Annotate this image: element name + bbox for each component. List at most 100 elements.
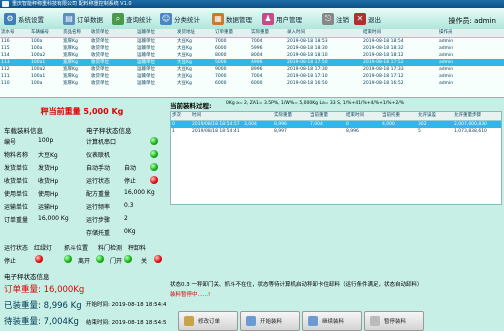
- table-cell: 宽厚Kg: [63, 74, 78, 79]
- column-header[interactable]: 流水号: [0, 29, 30, 37]
- table-cell: 收货单位: [91, 74, 109, 79]
- table-cell: 宽厚Kg: [63, 81, 78, 86]
- order-weight-line: 订单重量: 16,000Kg: [4, 283, 84, 295]
- column-header[interactable]: 操作员: [438, 29, 504, 37]
- table-cell: 收货单位: [91, 46, 109, 51]
- data-management-button[interactable]: ▦ 数据管理: [212, 11, 252, 26]
- status-value: 2: [124, 215, 128, 222]
- column-header[interactable]: 结束时间: [362, 29, 438, 37]
- table-cell: 100a: [31, 39, 43, 44]
- user-management-button[interactable]: ♟ 用户管理: [262, 11, 302, 26]
- column-header[interactable]: 实际重量: [273, 112, 309, 120]
- table-cell: 2019-08-18 16:52: [363, 81, 404, 86]
- table-row[interactable]: 110 100a 宽厚Kg 收货单位 运输单位 大豆Kg 6000 6000 2019-08-1…: [0, 80, 504, 87]
- resume-icon: [308, 316, 318, 326]
- field-value: 发货Hp: [38, 165, 59, 172]
- pause-loading-button[interactable]: 暂停装料: [364, 311, 424, 331]
- table-row[interactable]: 113 100a1 宽厚Kg 收货单位 运输单位 大豆Kg 5000 4996 2019-08-…: [0, 59, 504, 66]
- column-header[interactable]: 当前托重: [381, 112, 417, 120]
- indicator-label: 红绿灯: [34, 245, 53, 252]
- column-header[interactable]: 发货地址: [176, 29, 214, 37]
- column-header[interactable]: 结束时间: [345, 112, 381, 120]
- table-cell: admin: [439, 39, 454, 44]
- table-cell: 大豆Kg: [177, 60, 192, 65]
- button-label: 继续装料: [322, 319, 345, 325]
- table-cell: 运输单位: [137, 67, 155, 72]
- field-value: 收货Hp: [38, 178, 59, 185]
- field-label: 订单重量: [4, 217, 29, 224]
- table-cell: 2,007,000,830: [454, 122, 487, 127]
- loaded-weight-label: 已装重量:: [4, 301, 41, 311]
- logout-button[interactable]: ⎋ 注销: [322, 11, 349, 26]
- column-header[interactable]: 车辆编号: [30, 29, 62, 37]
- gate-check-led-icon: [124, 255, 132, 263]
- column-header[interactable]: 时间: [191, 112, 243, 120]
- button-label: 暂停装料: [384, 319, 407, 325]
- table-cell: 大豆Kg: [177, 53, 192, 58]
- table-cell: 宽厚Kg: [63, 46, 78, 51]
- button-label: 注销: [336, 15, 349, 24]
- orders-table[interactable]: 流水号 车辆编号 货品名称 收货单位 运输单位 发货地址 订单重量 实际重量 录入时间 结束时间操…: [0, 29, 504, 98]
- table-cell: [381, 128, 417, 135]
- button-label: 数据管理: [226, 15, 252, 24]
- indicator-label: 抓斗位置: [64, 245, 89, 252]
- table-row[interactable]: 111 100a1 宽厚Kg 收货单位 运输单位 大豆Kg 7000 7004 2019-08-…: [0, 73, 504, 80]
- field-value: 100p: [38, 137, 54, 144]
- process-table[interactable]: 步次 时间 实际重量 当前重量 结束时间 当前托重 允许误差 允许重量步骤 0 2019/08/…: [170, 111, 502, 205]
- modify-order-button[interactable]: 修改订单: [178, 311, 238, 331]
- play-icon: [246, 316, 256, 326]
- table-cell: admin: [439, 81, 454, 86]
- table-row[interactable]: 0 2019/08/18 18:54:57 3,004 8,996 7,004 0 4,00…: [171, 121, 501, 128]
- table-row[interactable]: 1 2019/08/18 18:54:41 8,997 8,996 5 1,073,838…: [171, 128, 501, 135]
- column-header[interactable]: 订单重量: [214, 29, 250, 37]
- table-cell: 8000: [215, 53, 227, 58]
- end-time-value: 2019-08-18 18:54:54: [111, 320, 171, 326]
- table-cell: 4,000: [382, 122, 395, 127]
- table-cell: 大豆Kg: [177, 39, 192, 44]
- query-stats-button[interactable]: ⌕ 查询统计: [112, 11, 152, 26]
- table-cell: 2019-08-18 16:50: [287, 81, 328, 86]
- status-label: 仪表联机: [86, 152, 111, 159]
- column-header[interactable]: 运输单位: [136, 29, 176, 37]
- edit-icon: [184, 316, 194, 326]
- table-row[interactable]: 116 100a 宽厚Kg 收货单位 运输单位 大豆Kg 7000 7004 2019-08-1…: [0, 38, 504, 45]
- column-header[interactable]: 实际重量: [250, 29, 286, 37]
- column-header[interactable]: 收货单位: [90, 29, 136, 37]
- grab-position-led-icon: [96, 255, 104, 263]
- order-data-button[interactable]: ▤ 订单数据: [63, 11, 103, 26]
- table-cell: 2019-08-18 17:12: [363, 74, 404, 79]
- column-header[interactable]: 录入时间: [286, 29, 362, 37]
- scale-status-title: 电子秤状态信息: [86, 127, 132, 135]
- column-header[interactable]: 当前重量: [309, 112, 345, 120]
- status-label: 运行频率: [86, 204, 111, 211]
- continue-loading-button[interactable]: 继续装料: [302, 311, 362, 331]
- exit-icon: ✕: [354, 12, 366, 25]
- table-row[interactable]: 112 100a2 宽厚Kg 收货单位 运输单位 大豆Kg 9000 8996 2019-08-…: [0, 66, 504, 73]
- table-cell: [309, 128, 345, 135]
- exit-button[interactable]: ✕ 退出: [354, 11, 381, 26]
- table-cell: 收货单位: [91, 81, 109, 86]
- category-stats-button[interactable]: ☺ 分类统计: [160, 11, 200, 26]
- button-label: 用户管理: [276, 15, 302, 24]
- column-header[interactable]: 货品名称: [62, 29, 90, 37]
- gear-icon: ⚙: [4, 12, 16, 25]
- table-row[interactable]: 115 100a 宽厚Kg 收货单位 运输单位 大豆Kg 6000 5996 2019-08-1…: [0, 45, 504, 52]
- status-value: 0.3: [124, 202, 134, 209]
- column-header[interactable]: 步次: [171, 112, 191, 120]
- system-settings-button[interactable]: ⚙ 系统设置: [4, 11, 44, 26]
- start-time-label: 开始时间:: [86, 302, 110, 308]
- column-header[interactable]: 允许误差: [417, 112, 453, 120]
- field-value: 大豆Kg: [38, 152, 58, 159]
- button-label: 系统设置: [18, 15, 44, 24]
- table-cell: 7004: [251, 74, 263, 79]
- column-header[interactable]: 允许重量步骤: [453, 112, 501, 120]
- table-cell: 100a: [31, 81, 43, 86]
- table-cell: 8,996: [346, 129, 359, 134]
- status-value: 0Kg: [124, 228, 136, 235]
- database-icon: ▦: [212, 12, 224, 25]
- table-cell: 2019-08-18 18:12: [363, 53, 404, 58]
- start-loading-button[interactable]: 开始装料: [240, 311, 300, 331]
- table-cell: 2019-08-18 17:30: [287, 67, 328, 72]
- table-row[interactable]: 114 100a2 宽厚Kg 收货单位 运输单位 大豆Kg 8000 8004 2019-08-…: [0, 52, 504, 59]
- column-header[interactable]: [243, 112, 273, 120]
